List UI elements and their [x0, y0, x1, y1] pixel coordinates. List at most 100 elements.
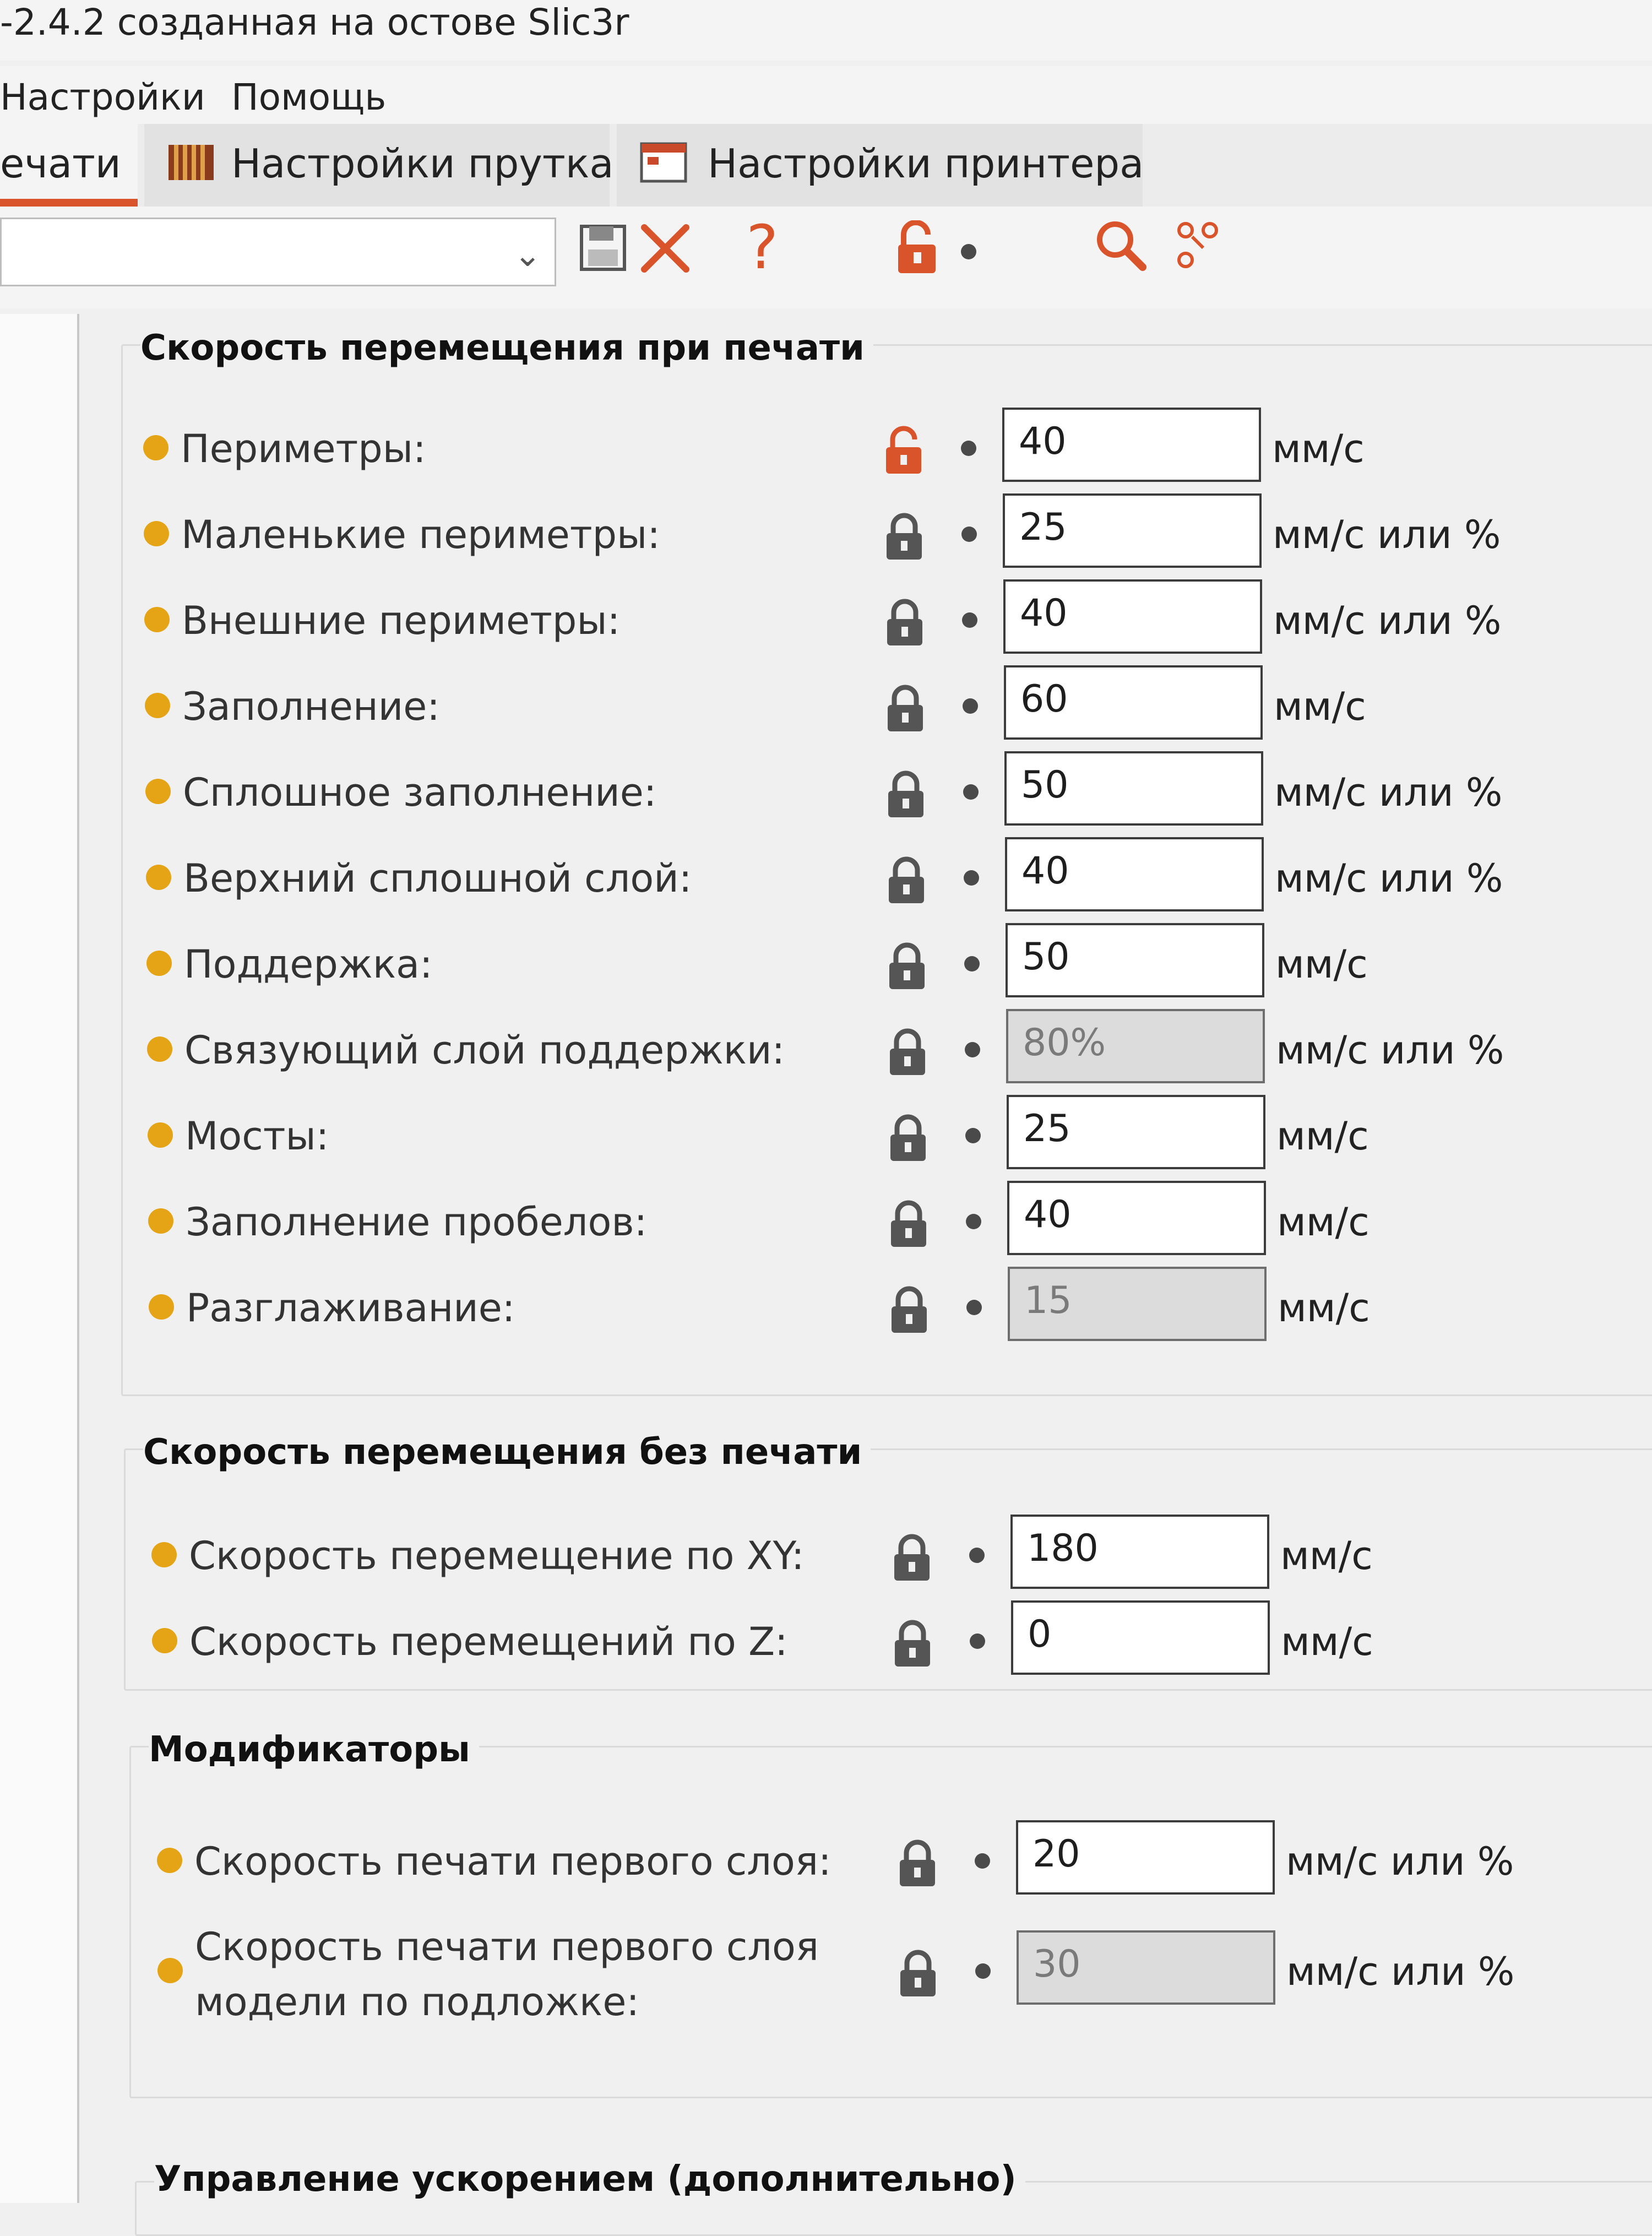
- unlocked-lock-icon[interactable]: [884, 425, 923, 478]
- search-icon[interactable]: [1093, 218, 1148, 275]
- mode-dot-icon: [148, 1208, 173, 1234]
- bullet-icon: [962, 612, 977, 628]
- setting-unit: мм/с или %: [1275, 856, 1503, 901]
- save-icon[interactable]: [578, 223, 628, 275]
- setting-row: Поддержка: 50 мм/с: [146, 923, 1578, 1000]
- setting-value-input[interactable]: 40: [1005, 837, 1264, 911]
- lock-icon[interactable]: [889, 1284, 929, 1337]
- bullet-icon: [964, 870, 979, 886]
- bullet-icon: [969, 1548, 985, 1563]
- mode-dot-icon: [146, 865, 171, 890]
- preset-toolbar: ⌄ ?: [0, 207, 1652, 308]
- lock-icon[interactable]: [893, 1618, 932, 1671]
- window-title: -2.4.2 созданная на остове Slic3r: [0, 1, 629, 44]
- setting-unit: мм/с или %: [1286, 1949, 1515, 1994]
- setting-unit: мм/с: [1277, 1200, 1370, 1245]
- setting-row: Заполнение пробелов: 40 мм/с: [148, 1181, 1580, 1258]
- mode-dot-icon: [144, 521, 169, 546]
- setting-unit: мм/с: [1274, 684, 1366, 729]
- setting-row: Скорость печати первого слоя модели по п…: [157, 1924, 1589, 2025]
- setting-value-input[interactable]: 80%: [1006, 1009, 1265, 1083]
- setting-value-input[interactable]: 50: [1006, 923, 1264, 997]
- bullet-icon: [961, 244, 976, 259]
- mode-dot-icon: [145, 693, 170, 718]
- unlocked-lock-icon[interactable]: [895, 220, 939, 278]
- setting-value-input[interactable]: 60: [1004, 665, 1263, 740]
- tab-print-settings[interactable]: ечати: [0, 124, 138, 207]
- tab-filament-settings[interactable]: Настройки прутка: [144, 124, 614, 207]
- setting-row: Разглаживание: 15 мм/с: [149, 1267, 1580, 1344]
- delete-icon[interactable]: [639, 222, 692, 277]
- title-bar: -2.4.2 созданная на остове Slic3r: [0, 0, 1652, 61]
- lock-icon[interactable]: [892, 1532, 932, 1585]
- bullet-icon: [970, 1633, 985, 1649]
- setting-value-input[interactable]: 40: [1007, 1181, 1266, 1255]
- menu-item-help[interactable]: Помощь: [231, 76, 386, 118]
- setting-value-input[interactable]: 40: [1003, 579, 1262, 654]
- setting-label: Сплошное заполнение:: [183, 770, 657, 815]
- setting-value-input[interactable]: 50: [1004, 751, 1263, 826]
- menu-bar: Настройки Помощь: [0, 66, 1652, 127]
- lock-icon[interactable]: [885, 597, 925, 650]
- mode-dot-icon: [157, 1958, 183, 1983]
- lock-icon[interactable]: [887, 941, 927, 994]
- tab-filament-settings-label: Настройки прутка: [231, 140, 614, 187]
- group-acceleration-title: Управление ускорением (дополнительно): [154, 2159, 1025, 2200]
- lock-icon[interactable]: [898, 1948, 938, 2001]
- setting-value-input[interactable]: 30: [1017, 1930, 1275, 2005]
- setting-value-input[interactable]: 15: [1008, 1267, 1267, 1341]
- help-icon[interactable]: ?: [746, 212, 778, 283]
- menu-item-settings[interactable]: Настройки: [0, 76, 205, 118]
- setting-unit: мм/с или %: [1286, 1839, 1514, 1884]
- setting-value-input[interactable]: 25: [1007, 1095, 1265, 1169]
- setting-unit: мм/с или %: [1273, 512, 1501, 557]
- tab-printer-settings-label: Настройки принтера: [708, 140, 1144, 187]
- setting-unit: мм/с: [1272, 426, 1365, 471]
- setting-label: Разглаживание:: [186, 1285, 515, 1331]
- setting-unit: мм/с: [1275, 942, 1368, 987]
- bullet-icon: [964, 956, 980, 972]
- setting-label: Скорость перемещений по Z:: [189, 1619, 788, 1664]
- setting-value-input[interactable]: 180: [1010, 1515, 1269, 1589]
- setting-row: Сплошное заполнение: 50 мм/с или %: [145, 751, 1577, 828]
- lock-icon[interactable]: [884, 511, 924, 564]
- setting-unit: мм/с: [1278, 1285, 1370, 1331]
- settings-page-list[interactable]: [0, 314, 79, 2203]
- lock-icon[interactable]: [889, 1198, 928, 1251]
- mode-dot-icon: [146, 951, 172, 976]
- lock-icon[interactable]: [885, 683, 925, 736]
- filament-icon: [166, 140, 216, 187]
- setting-unit: мм/с или %: [1274, 770, 1503, 815]
- group-print-speed-title: Скорость перемещения при печати: [140, 328, 873, 368]
- bullet-icon: [975, 1853, 990, 1869]
- mode-dot-icon: [151, 1542, 177, 1567]
- setting-label: Маленькие периметры:: [181, 512, 660, 557]
- lock-icon[interactable]: [888, 1027, 927, 1079]
- setting-value-input[interactable]: 25: [1003, 493, 1262, 568]
- lock-icon[interactable]: [886, 769, 926, 822]
- setting-unit: мм/с или %: [1276, 1028, 1504, 1073]
- setting-label: Заполнение:: [182, 684, 440, 729]
- lock-icon[interactable]: [888, 1112, 928, 1165]
- lock-icon[interactable]: [887, 855, 926, 908]
- lock-icon[interactable]: [898, 1838, 937, 1891]
- compare-icon[interactable]: [1176, 220, 1220, 272]
- setting-row: Периметры: 40 мм/с: [143, 408, 1575, 485]
- setting-row: Верхний сплошной слой: 40 мм/с или %: [146, 837, 1578, 914]
- bullet-icon: [966, 1300, 982, 1315]
- tab-printer-settings[interactable]: Настройки принтера: [617, 124, 1144, 207]
- setting-value-input[interactable]: 20: [1016, 1820, 1275, 1895]
- mode-dot-icon: [143, 435, 169, 460]
- bullet-icon: [961, 527, 977, 542]
- setting-label: Поддержка:: [184, 942, 433, 987]
- preset-combobox[interactable]: ⌄: [0, 218, 556, 286]
- setting-row: Скорость перемещений по Z: 0 мм/с: [152, 1600, 1584, 1678]
- setting-value-input[interactable]: 40: [1002, 408, 1261, 482]
- setting-label: Внешние периметры:: [182, 598, 621, 643]
- setting-value-input[interactable]: 0: [1011, 1600, 1270, 1675]
- setting-row: Связующий слой поддержки: 80% мм/с или %: [147, 1009, 1579, 1086]
- printer-icon: [639, 140, 688, 187]
- mode-dot-icon: [145, 779, 171, 804]
- settings-content: Скорость перемещения при печати Скорость…: [80, 308, 1652, 2236]
- setting-row: Внешние периметры: 40 мм/с или %: [144, 579, 1576, 656]
